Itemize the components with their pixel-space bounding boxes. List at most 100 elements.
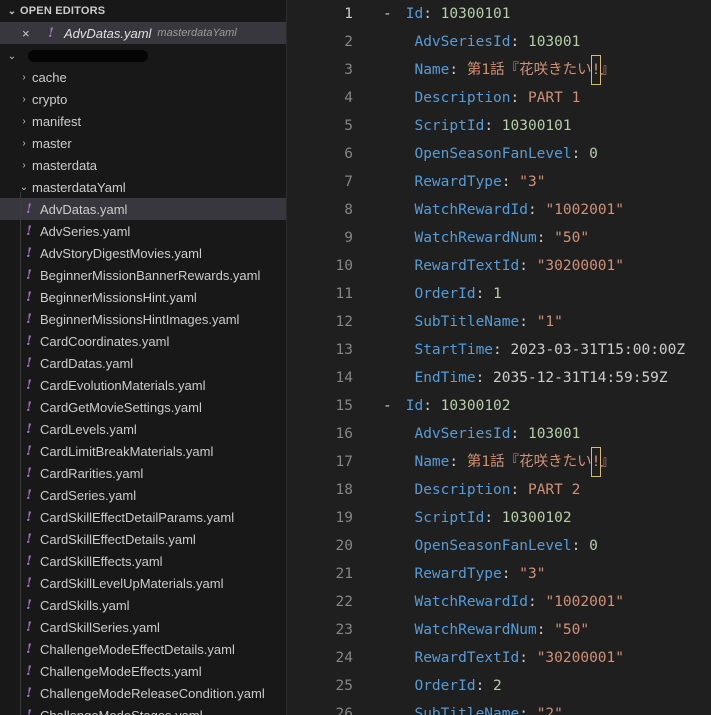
folder-item[interactable]: › manifest — [0, 110, 286, 132]
code-line: 6 OpenSeasonFanLevel: 0 — [287, 140, 711, 168]
file-item[interactable]: ! CardSkillEffectDetailParams.yaml — [0, 506, 286, 528]
code-editor[interactable]: 1- Id: 10300101 2 AdvSeriesId: 103001 3 Na… — [287, 0, 711, 715]
code-line: 16 AdvSeriesId: 103001 — [287, 420, 711, 448]
gutter-space — [353, 448, 397, 476]
yaml-key: Description — [414, 90, 511, 106]
gutter-space — [353, 252, 397, 280]
highlighted-char: ! — [590, 447, 602, 477]
file-item[interactable]: ! ChallengeModeReleaseCondition.yaml — [0, 682, 286, 704]
file-item[interactable]: ! CardEvolutionMaterials.yaml — [0, 374, 286, 396]
yaml-file-icon: ! — [26, 333, 32, 349]
yaml-value: 103001 — [527, 426, 581, 442]
folder-label: manifest — [32, 113, 82, 129]
gutter-space — [353, 28, 397, 56]
colon: : — [536, 230, 555, 246]
yaml-value: 第1話『花咲きたい — [466, 454, 592, 470]
file-label: CardRarities.yaml — [40, 465, 144, 481]
colon: : — [519, 650, 537, 666]
file-label: CardDatas.yaml — [40, 355, 134, 371]
yaml-value: 103001 — [527, 34, 581, 50]
line-number: 11 — [335, 286, 353, 302]
yaml-value: "50" — [554, 622, 590, 638]
file-item[interactable]: ! CardSeries.yaml — [0, 484, 286, 506]
file-item[interactable]: ! CardSkillSeries.yaml — [0, 616, 286, 638]
folder-item[interactable]: › master — [0, 132, 286, 154]
file-item[interactable]: ! CardSkills.yaml — [0, 594, 286, 616]
file-item[interactable]: ! AdvStoryDigestMovies.yaml — [0, 242, 286, 264]
code-lines: 1- Id: 10300101 2 AdvSeriesId: 103001 3 Na… — [287, 0, 711, 715]
folder-item[interactable]: › cache — [0, 66, 286, 88]
colon: : — [449, 454, 467, 470]
yaml-value: 第1話『花咲きたい — [466, 62, 592, 78]
file-item[interactable]: ! CardLevels.yaml — [0, 418, 286, 440]
line-number: 1 — [344, 6, 353, 22]
chevron-right-icon: › — [22, 115, 26, 127]
fold-icon[interactable] — [353, 0, 383, 28]
file-item[interactable]: ! AdvDatas.yaml — [0, 198, 286, 220]
file-label: ChallengeModeStages.yaml — [40, 707, 203, 715]
colon: : — [510, 482, 528, 498]
folder-label: cache — [32, 69, 67, 85]
code-line: 15 - Id: 10300102 — [287, 392, 711, 420]
yaml-key: AdvSeriesId — [414, 426, 511, 442]
code-line: 11 OrderId: 1 — [287, 280, 711, 308]
file-item[interactable]: ! CardRarities.yaml — [0, 462, 286, 484]
close-icon[interactable]: × — [22, 26, 38, 41]
line-number: 21 — [335, 566, 353, 582]
file-item[interactable]: ! BeginnerMissionsHint.yaml — [0, 286, 286, 308]
workspace-root-header[interactable]: ⌄ — [0, 46, 286, 66]
file-item[interactable]: ! ChallengeModeEffects.yaml — [0, 660, 286, 682]
file-item[interactable]: ! BeginnerMissionsHintImages.yaml — [0, 308, 286, 330]
file-item[interactable]: ! CardCoordinates.yaml — [0, 330, 286, 352]
folder-label: master — [32, 135, 72, 151]
yaml-file-icon: ! — [26, 421, 32, 437]
folder-item-open[interactable]: ⌄ masterdataYaml — [0, 176, 286, 198]
folder-item[interactable]: › masterdata — [0, 154, 286, 176]
file-item[interactable]: ! CardLimitBreakMaterials.yaml — [0, 440, 286, 462]
file-item[interactable]: ! BeginnerMissionBannerRewards.yaml — [0, 264, 286, 286]
line-number: 5 — [344, 118, 353, 134]
yaml-value: "30200001" — [536, 258, 625, 274]
file-item[interactable]: ! CardSkillEffects.yaml — [0, 550, 286, 572]
chevron-right-icon: › — [22, 159, 26, 171]
line-number: 16 — [335, 426, 353, 442]
file-item[interactable]: ! ChallengeModeEffectDetails.yaml — [0, 638, 286, 660]
highlighted-char: ! — [590, 55, 602, 85]
file-item[interactable]: ! AdvSeries.yaml — [0, 220, 286, 242]
file-item[interactable]: ! CardSkillEffectDetails.yaml — [0, 528, 286, 550]
chevron-right-icon: › — [22, 71, 26, 83]
open-editor-item[interactable]: × ! AdvDatas.yaml masterdataYaml — [0, 22, 286, 44]
gutter-space — [353, 84, 397, 112]
code-line: 22 WatchRewardId: "1002001" — [287, 588, 711, 616]
file-item[interactable]: ! ChallengeModeStages.yaml — [0, 704, 286, 715]
yaml-value: "2" — [536, 706, 563, 715]
yaml-file-icon: ! — [26, 641, 32, 657]
file-item[interactable]: ! CardSkillLevelUpMaterials.yaml — [0, 572, 286, 594]
line-number: 19 — [335, 510, 353, 526]
code-line: 25 OrderId: 2 — [287, 672, 711, 700]
line-number: 3 — [344, 62, 353, 78]
colon: : — [510, 34, 528, 50]
code-line: 23 WatchRewardNum: "50" — [287, 616, 711, 644]
gutter-space — [353, 308, 397, 336]
folder-item[interactable]: › crypto — [0, 88, 286, 110]
yaml-file-icon: ! — [26, 377, 32, 393]
open-editors-header[interactable]: ⌄ OPEN EDITORS — [0, 0, 286, 22]
file-item[interactable]: ! CardGetMovieSettings.yaml — [0, 396, 286, 418]
gutter-space — [353, 476, 397, 504]
yaml-file-icon: ! — [26, 707, 32, 715]
colon: : — [501, 566, 520, 582]
fold-icon[interactable] — [353, 392, 383, 420]
file-item[interactable]: ! CardDatas.yaml — [0, 352, 286, 374]
gutter-space — [353, 672, 397, 700]
line-number: 25 — [335, 678, 353, 694]
